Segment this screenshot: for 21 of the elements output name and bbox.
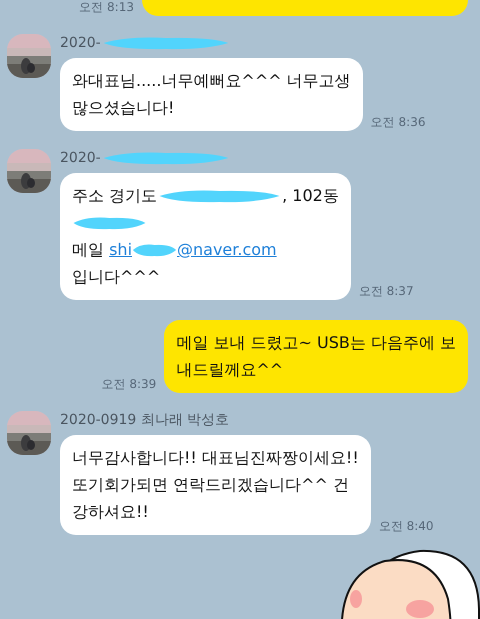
- message-text: 강하셔요!!: [72, 501, 149, 523]
- email-link[interactable]: @naver.com: [177, 236, 277, 263]
- message-time: 오전 8:36: [370, 114, 426, 131]
- message-text: 너무감사합니다!! 대표님진짜짱이세요!!: [72, 447, 359, 469]
- message-time: 오전 8:39: [102, 376, 156, 393]
- message-text: 주소 경기도: [72, 185, 158, 207]
- email-link[interactable]: shi: [109, 236, 132, 263]
- message-time: 오전 8:40: [378, 518, 434, 535]
- message-text: 내드릴께요^^: [176, 359, 284, 381]
- message-text: 입니다^^^: [72, 266, 160, 288]
- message-text: 많으셨습니다!: [72, 97, 174, 119]
- message-text: 메일 보내 드렸고~ USB는 다음주에 보: [176, 332, 456, 354]
- message-text: 메일: [72, 239, 105, 261]
- sender-name: 2020-0919 최나래 박성호: [60, 411, 230, 429]
- message-text: 와대표님.....너무예뻐요^^^ 너무고생: [72, 70, 351, 92]
- message-text: 또기회가되면 연락드리겠습니다^^ 건: [72, 474, 349, 496]
- message-time: 오전 8:13: [79, 0, 134, 16]
- sender-name: 2020-: [60, 35, 101, 51]
- sender-name: 2020-: [60, 150, 101, 166]
- message-text: , 102동: [282, 185, 339, 207]
- message-time: 오전 8:37: [358, 283, 414, 300]
